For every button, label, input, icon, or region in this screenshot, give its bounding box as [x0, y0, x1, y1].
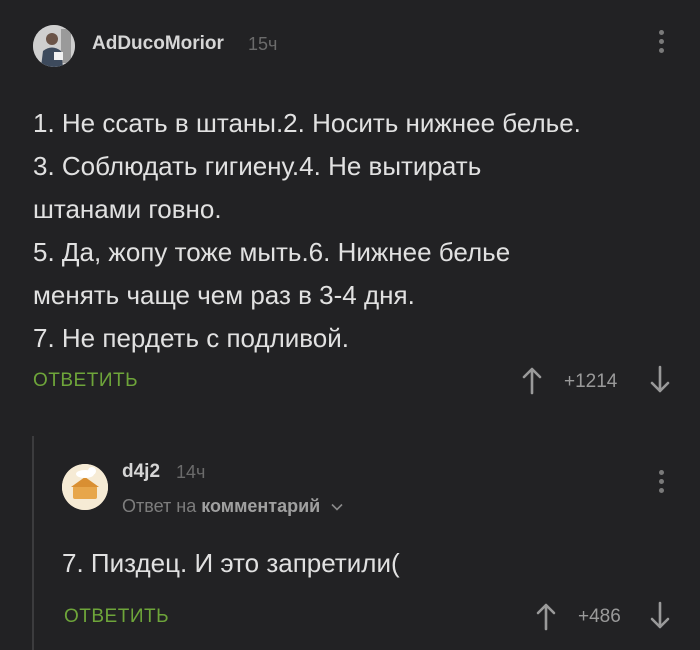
reply-button[interactable]: ОТВЕТИТЬ: [64, 606, 169, 628]
reply-author[interactable]: d4j2: [122, 461, 160, 483]
comment-line: 3. Соблюдать гигиену.4. Не вытирать: [33, 151, 482, 181]
chevron-down-icon[interactable]: [331, 501, 343, 513]
comment-line: менять чаще чем раз в 3-4 дня.: [33, 280, 415, 310]
comment-text: 1. Не ссать в штаны.2. Носить нижнее бел…: [33, 102, 683, 360]
reply-text: 7. Пиздец. И это запретили(: [62, 548, 400, 578]
avatar-image: [62, 464, 108, 510]
arrow-down-icon[interactable]: [648, 600, 672, 632]
comment-author[interactable]: AdDucoMorior: [92, 33, 224, 55]
arrow-up-icon[interactable]: [520, 364, 544, 396]
comment-score: +1214: [564, 371, 618, 392]
thread-line[interactable]: [32, 436, 34, 650]
reply-to-link[interactable]: Ответ на комментарий: [122, 496, 343, 517]
reply-to-target[interactable]: комментарий: [201, 496, 320, 516]
reply-to-prefix: Ответ на: [122, 496, 197, 516]
more-vertical-icon[interactable]: [655, 30, 667, 58]
comment-line: штанами говно.: [33, 194, 222, 224]
comment-line: 1. Не ссать в штаны.2. Носить нижнее бел…: [33, 108, 581, 138]
comment-line: 5. Да, жопу тоже мыть.6. Нижнее белье: [33, 237, 511, 267]
arrow-down-icon[interactable]: [648, 364, 672, 396]
avatar-image: [33, 25, 75, 67]
reply-score: +486: [578, 606, 621, 627]
more-vertical-icon[interactable]: [655, 470, 667, 498]
reply-author-avatar[interactable]: [62, 464, 108, 510]
comment-line: 7. Не пердеть с подливой.: [33, 323, 349, 353]
comment-time: 15ч: [248, 34, 278, 54]
reply-time: 14ч: [176, 462, 206, 482]
reply-button[interactable]: ОТВЕТИТЬ: [33, 370, 138, 392]
arrow-up-icon[interactable]: [534, 600, 558, 632]
author-avatar[interactable]: [33, 25, 75, 67]
